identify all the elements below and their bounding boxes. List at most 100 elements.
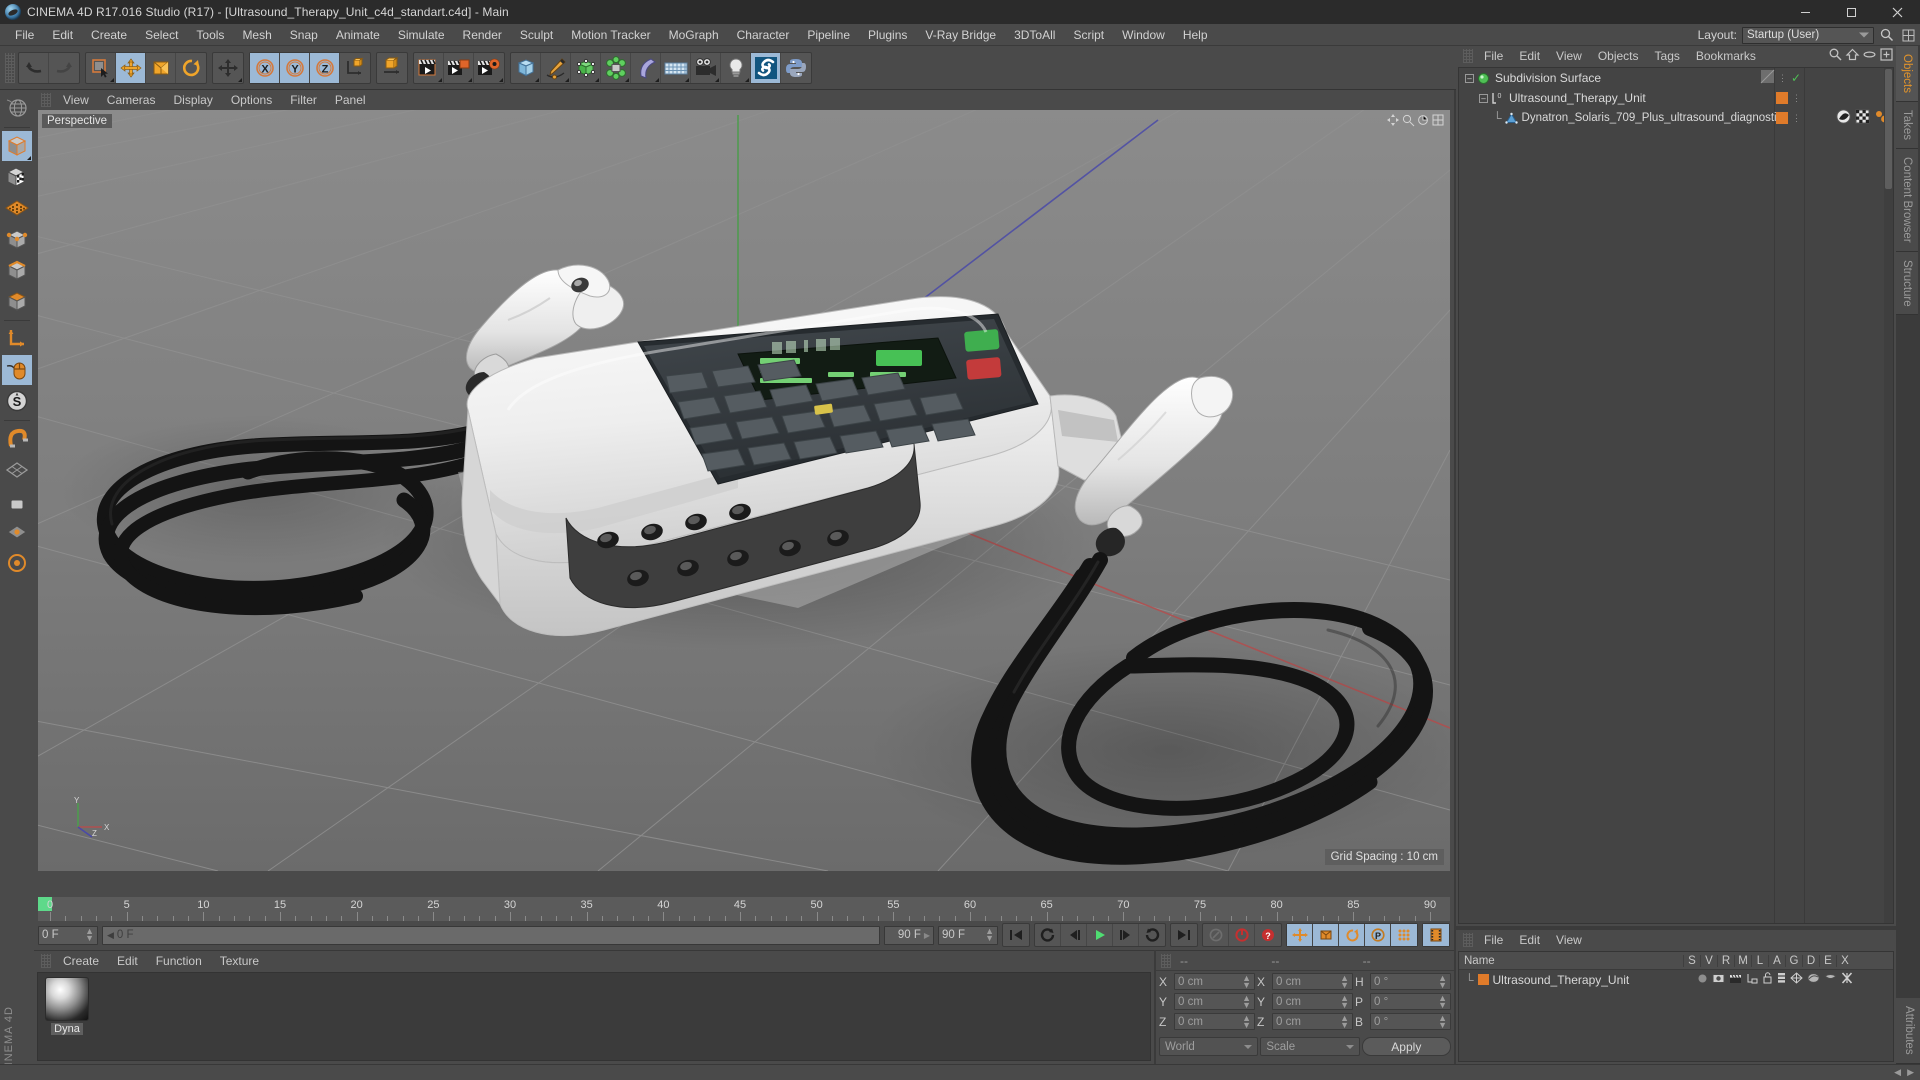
mograph-button[interactable] — [601, 52, 631, 83]
solo-button[interactable] — [2, 548, 32, 578]
layer-list[interactable]: Name S V R M L A G D E X └ Ultrasound_Th… — [1458, 951, 1894, 1062]
stepper-icon[interactable]: ▲ ▼ — [1242, 1013, 1251, 1029]
menu-simulate[interactable]: Simulate — [389, 25, 454, 45]
time-scrub-bar[interactable]: ◀ 0 F — [102, 925, 880, 945]
lock-y-axis-button[interactable]: Y — [280, 52, 310, 83]
viewport-menu-cameras[interactable]: Cameras — [98, 92, 165, 108]
s-compass-button[interactable]: S — [2, 386, 32, 416]
globe-wire-icon[interactable] — [2, 93, 32, 123]
layer-color-swatch[interactable] — [1776, 112, 1788, 124]
lock-x-axis-button[interactable]: X — [250, 52, 280, 83]
visibility-dots-icon[interactable]: ⋮ — [1792, 93, 1801, 103]
stepper-icon[interactable]: ▲ ▼ — [85, 927, 94, 943]
menu-tools[interactable]: Tools — [187, 25, 233, 45]
layer-menu-file[interactable]: File — [1476, 932, 1511, 948]
viewport-menu-view[interactable]: View — [54, 92, 98, 108]
coordinate-mode-dropdown[interactable]: Scale — [1260, 1037, 1360, 1056]
apply-button[interactable]: Apply — [1361, 1037, 1451, 1056]
lock-z-axis-button[interactable]: Z — [310, 52, 340, 83]
om-menu-tags[interactable]: Tags — [1647, 48, 1688, 64]
menu-3dtoall[interactable]: 3DToAll — [1005, 25, 1064, 45]
viewport-move-icon[interactable] — [1387, 114, 1399, 126]
home-icon[interactable] — [1845, 48, 1860, 64]
rot-b-field[interactable]: 0 ° ▲ ▼ — [1370, 1013, 1451, 1030]
uvw-tag-icon[interactable] — [1855, 109, 1870, 127]
viewport-3d-canvas[interactable]: Perspective Grid Spacing : 10 cm Y X Z — [38, 110, 1450, 871]
stepper-icon[interactable]: ▲ ▼ — [1340, 1013, 1349, 1029]
material-grip[interactable] — [41, 954, 51, 968]
make-editable-button[interactable] — [2, 131, 32, 161]
viewport-menu-filter[interactable]: Filter — [281, 92, 326, 108]
layer-color-swatch[interactable] — [1477, 974, 1489, 985]
generators-button[interactable] — [571, 52, 601, 83]
stepper-icon[interactable]: ▲ ▼ — [985, 927, 994, 943]
viewport-menu-panel[interactable]: Panel — [326, 92, 375, 108]
menu-mesh[interactable]: Mesh — [233, 25, 280, 45]
cinema4d-sdk-button[interactable] — [751, 52, 781, 83]
menu-vray-bridge[interactable]: V-Ray Bridge — [916, 25, 1005, 45]
stepper-icon[interactable]: ▲ ▼ — [1438, 973, 1447, 989]
step-back-button[interactable] — [1061, 924, 1087, 946]
viewport-rotate-icon[interactable] — [1417, 114, 1429, 126]
column-r[interactable]: R — [1717, 954, 1734, 967]
pla-key-button[interactable]: P — [1365, 924, 1391, 946]
object-tree[interactable]: – Subdivision Surface ⋮ ✓ – 0 Ultrasound… — [1458, 67, 1894, 924]
texture-mode-button[interactable] — [2, 193, 32, 223]
menu-mograph[interactable]: MoGraph — [660, 25, 728, 45]
mouse-button[interactable] — [2, 355, 32, 385]
material-menu-texture[interactable]: Texture — [211, 953, 268, 969]
search-icon[interactable] — [1829, 48, 1842, 64]
position-key-button[interactable] — [1287, 924, 1313, 946]
close-button[interactable] — [1874, 0, 1920, 24]
render-settings-button[interactable] — [474, 53, 504, 83]
stepper-icon[interactable]: ▲ ▼ — [1438, 1013, 1447, 1029]
column-e[interactable]: E — [1819, 954, 1836, 967]
dot-icon[interactable] — [1697, 973, 1708, 987]
enabled-check-icon[interactable]: ✓ — [1791, 72, 1801, 84]
om-menu-file[interactable]: File — [1476, 48, 1511, 64]
menu-render[interactable]: Render — [454, 25, 511, 45]
preview-end-field[interactable]: 90 F ▶ — [884, 925, 934, 945]
lock-button[interactable] — [2, 486, 32, 516]
planar-button[interactable] — [2, 517, 32, 547]
stepper-icon[interactable]: ▲ ▼ — [1340, 973, 1349, 989]
magnet-button[interactable] — [2, 424, 32, 454]
search-icon[interactable] — [1879, 27, 1895, 43]
viewport-zoom-icon[interactable] — [1402, 114, 1415, 127]
visible-icon[interactable] — [1712, 973, 1725, 987]
menu-script[interactable]: Script — [1064, 25, 1113, 45]
spline-pen-button[interactable] — [541, 52, 571, 83]
shade-icon[interactable] — [1807, 972, 1820, 987]
menu-edit[interactable]: Edit — [43, 25, 82, 45]
timeline-filmstrip-button[interactable] — [1423, 924, 1449, 946]
play-button[interactable] — [1087, 924, 1113, 946]
tab-attributes[interactable]: Attributes — [1896, 998, 1920, 1064]
menu-pipeline[interactable]: Pipeline — [798, 25, 859, 45]
render-picture-viewer-button[interactable] — [444, 52, 474, 83]
layer-menu-view[interactable]: View — [1548, 932, 1590, 948]
size-z-field[interactable]: 0 cm ▲ ▼ — [1272, 1013, 1353, 1030]
expand-toggle-icon[interactable]: – — [1479, 93, 1488, 103]
world-coordinate-button[interactable] — [340, 53, 370, 83]
object-row-dynatron-solaris[interactable]: └ Dynatron_Solaris_709_Plus_ultrasound_d… — [1459, 108, 1893, 128]
axis-corner-button[interactable] — [2, 324, 32, 354]
move-alt-button[interactable] — [213, 53, 243, 83]
maximize-button[interactable] — [1828, 0, 1874, 24]
layer-color-swatch[interactable] — [1776, 92, 1788, 104]
object-row-ultrasound-therapy-unit[interactable]: – 0 Ultrasound_Therapy_Unit ⋮ — [1459, 88, 1893, 108]
environment-button[interactable] — [661, 52, 691, 83]
tab-takes[interactable]: Takes — [1896, 102, 1918, 150]
size-x-field[interactable]: 0 cm ▲ ▼ — [1272, 973, 1353, 990]
material-menu-create[interactable]: Create — [54, 953, 108, 969]
plus-box-icon[interactable] — [1880, 48, 1893, 64]
material-menu-function[interactable]: Function — [147, 953, 211, 969]
column-a[interactable]: A — [1768, 954, 1785, 967]
viewport-maximize-icon[interactable] — [1432, 114, 1444, 126]
column-d[interactable]: D — [1802, 954, 1819, 967]
menu-select[interactable]: Select — [136, 25, 187, 45]
autokey-button[interactable] — [1203, 924, 1229, 946]
x-icon[interactable] — [1841, 972, 1853, 987]
layout-dropdown[interactable]: Startup (User) — [1742, 26, 1874, 44]
redo-button[interactable] — [49, 53, 79, 83]
scale-tool-button[interactable] — [146, 52, 176, 83]
